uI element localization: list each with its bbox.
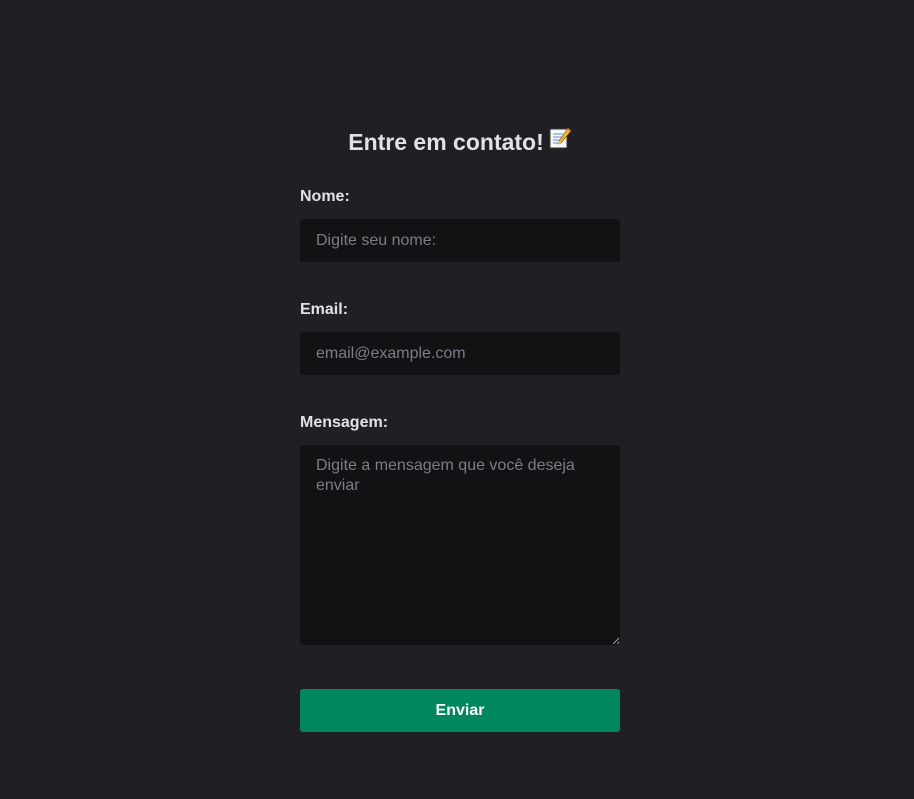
name-input[interactable]	[300, 219, 620, 262]
memo-icon	[548, 124, 572, 160]
submit-button[interactable]: Enviar	[300, 689, 620, 732]
message-textarea[interactable]	[300, 445, 620, 645]
form-title-text: Entre em contato!	[348, 129, 544, 155]
form-title: Entre em contato!	[300, 124, 620, 160]
message-label: Mensagem:	[300, 414, 389, 431]
contact-form: Entre em contato! Nome: Email: Mensagem:…	[300, 124, 620, 732]
email-input[interactable]	[300, 332, 620, 375]
email-label: Email:	[300, 301, 349, 318]
name-label: Nome:	[300, 188, 350, 205]
